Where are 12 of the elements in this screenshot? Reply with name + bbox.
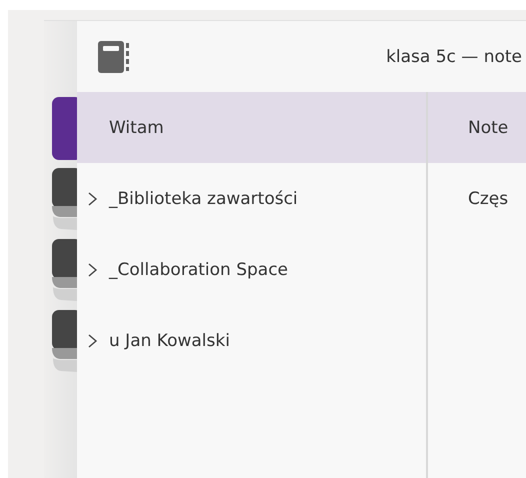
- page-stack-icon: [52, 277, 77, 301]
- section-tab[interactable]: [52, 97, 77, 163]
- section-item[interactable]: _Biblioteka zawartości: [77, 163, 428, 234]
- notebook-icon: [97, 40, 131, 74]
- page-stack-icon: [52, 206, 77, 230]
- page-stack-icon: [52, 348, 77, 372]
- page-item[interactable]: Note: [428, 92, 526, 163]
- section-item[interactable]: Witam: [77, 92, 428, 163]
- section-item[interactable]: _Collaboration Space: [77, 234, 428, 305]
- section-item[interactable]: u Jan Kowalski: [77, 305, 428, 376]
- notebook-title: klasa 5c — note: [386, 46, 522, 66]
- page-item[interactable]: Częs: [428, 163, 526, 234]
